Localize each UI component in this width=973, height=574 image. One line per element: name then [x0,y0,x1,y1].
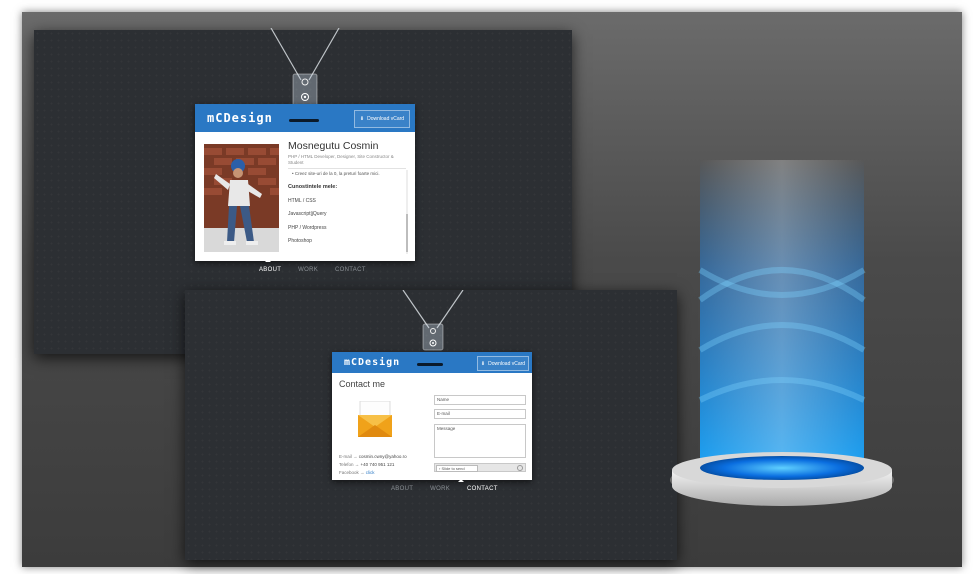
profile-subtitle: PHP / HTML Developer, Designer, Site Con… [288,154,394,165]
badge-slot [289,119,319,122]
divider [288,168,406,169]
active-nav-indicator [458,479,464,482]
envelope-icon [358,401,392,437]
profile-card: mCDesign ⬇ Download vCard Mosnegutu Cosm… [195,104,415,261]
message-textarea[interactable]: Message [434,424,526,458]
slide-to-send[interactable]: › Slide to send [434,463,526,472]
skills-heading: Cunostintele mele: [288,184,338,190]
nav-contact[interactable]: CONTACT [467,486,498,492]
profile-name: Mosnegutu Cosmin [288,140,379,152]
facebook-line: Facebook → click [339,470,375,475]
nav-about[interactable]: ABOUT [259,267,281,273]
logo: mCDesign [344,357,401,368]
active-nav-indicator [265,259,271,262]
nav-bar: ABOUT WORK CONTACT [259,267,366,273]
email-input[interactable]: E-mail [434,409,526,419]
profile-photo [204,144,279,252]
email-line: E-mail → cosmin.cwny@yahoo.ro [339,454,407,459]
scrollbar-thumb[interactable] [406,214,408,252]
skill-item: Photoshop [288,238,312,244]
nav-about[interactable]: ABOUT [391,486,413,492]
download-vcard-button[interactable]: ⬇ Download vCard [477,356,529,371]
slider-handle[interactable]: › Slide to send [436,465,478,472]
download-vcard-button[interactable]: ⬇ Download vCard [354,110,410,128]
facebook-link[interactable]: click [366,470,375,475]
skill-item: HTML / CSS [288,198,316,204]
name-input[interactable]: Name [434,395,526,405]
hologram-pedestal-graphic [670,160,894,506]
scrollbar[interactable] [406,170,408,254]
send-check-icon [517,465,523,471]
nav-work[interactable]: WORK [298,267,318,273]
skill-item: PHP / Wordpress [288,225,327,231]
skill-item: Javascript|jQuery [288,211,327,217]
lanyard-2 [402,290,464,351]
nav-work[interactable]: WORK [430,486,450,492]
contact-heading: Contact me [339,379,386,389]
badge-slot [417,363,443,366]
bullet-item: • Creez site-uri de la 0, la preturi foa… [292,171,380,176]
contact-card: mCDesign ⬇ Download vCard Contact me E-m… [332,352,532,480]
phone-line: Telefon → +40 740 951 121 [339,462,395,467]
download-icon: ⬇ [480,360,486,367]
download-icon: ⬇ [359,116,365,122]
nav-bar: ABOUT WORK CONTACT [391,486,498,492]
logo: mCDesign [207,111,273,125]
nav-contact[interactable]: CONTACT [335,267,366,273]
card-header: mCDesign ⬇ Download vCard [332,352,532,373]
card-header: mCDesign ⬇ Download vCard [195,104,415,132]
